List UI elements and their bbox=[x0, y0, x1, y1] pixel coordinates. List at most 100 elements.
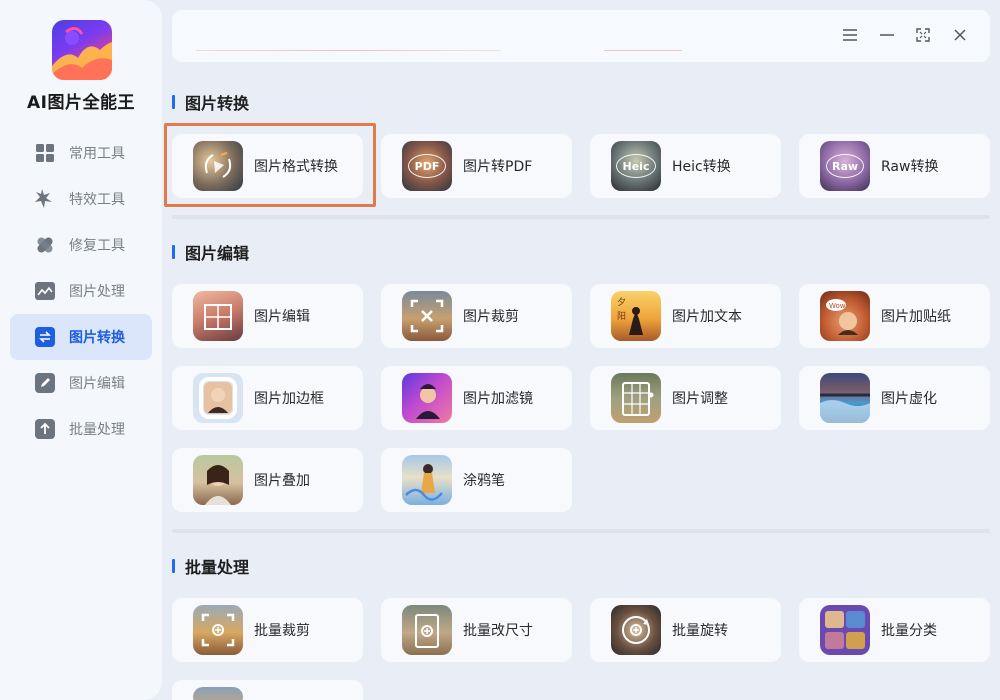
card-image-to-pdf[interactable]: PDF 图片转PDF bbox=[381, 134, 572, 198]
card-label: 批量分类 bbox=[881, 623, 937, 639]
card-image-add-filter[interactable]: 图片加滤镜 bbox=[381, 366, 572, 430]
card-batch-crop[interactable]: 批量裁剪 bbox=[172, 598, 363, 662]
raw-badge: Raw bbox=[826, 154, 864, 178]
adjust-icon bbox=[611, 373, 661, 423]
section-divider bbox=[172, 215, 990, 219]
card-label: 图片虚化 bbox=[881, 391, 937, 407]
sidebar-item-label: 批量处理 bbox=[69, 422, 125, 438]
section-title-batch: 批量处理 bbox=[172, 556, 249, 577]
section-title-text: 图片编辑 bbox=[185, 244, 250, 263]
decorative-line bbox=[604, 50, 682, 51]
card-heic-convert[interactable]: Heic Heic转换 bbox=[590, 134, 781, 198]
sidebar-item-common-tools[interactable]: 常用工具 bbox=[10, 130, 152, 176]
filter-icon bbox=[402, 373, 452, 423]
minimize-icon bbox=[879, 27, 895, 46]
edit-icon bbox=[34, 372, 56, 394]
main-content: 图片转换 图片格式转换 PDF 图片转PDF Heic Heic转换 Raw R… bbox=[164, 70, 990, 700]
decorative-line bbox=[196, 50, 501, 51]
format-convert-icon bbox=[193, 141, 243, 191]
card-label: 图片调整 bbox=[672, 391, 728, 407]
card-image-add-text[interactable]: 夕阳 图片加文本 bbox=[590, 284, 781, 348]
star-burst-icon bbox=[34, 188, 56, 210]
convert-icon bbox=[34, 326, 56, 348]
menu-button[interactable] bbox=[837, 23, 863, 49]
card-label: 图片裁剪 bbox=[463, 309, 519, 325]
doodle-pen-icon bbox=[402, 455, 452, 505]
card-label: 图片加贴纸 bbox=[881, 309, 951, 325]
sidebar-item-repair-tools[interactable]: 修复工具 bbox=[10, 222, 152, 268]
batch-crop-icon bbox=[193, 605, 243, 655]
overlay-icon bbox=[193, 455, 243, 505]
card-raw-convert[interactable]: Raw Raw转换 bbox=[799, 134, 990, 198]
card-label: 图片格式转换 bbox=[254, 159, 338, 175]
sidebar-item-label: 特效工具 bbox=[69, 192, 125, 208]
card-partial[interactable] bbox=[172, 680, 363, 700]
card-label: Heic转换 bbox=[672, 159, 731, 175]
card-image-adjust[interactable]: 图片调整 bbox=[590, 366, 781, 430]
sidebar-item-image-processing[interactable]: 图片处理 bbox=[10, 268, 152, 314]
svg-text:夕: 夕 bbox=[617, 296, 626, 308]
card-label: 图片加边框 bbox=[254, 391, 324, 407]
section-marker bbox=[172, 95, 175, 109]
card-image-add-frame[interactable]: 图片加边框 bbox=[172, 366, 363, 430]
sidebar-item-label: 图片编辑 bbox=[69, 376, 125, 392]
app-title: AI图片全能王 bbox=[27, 93, 135, 113]
frame-icon bbox=[193, 373, 243, 423]
upload-icon bbox=[34, 418, 56, 440]
close-icon bbox=[953, 27, 967, 46]
sidebar-item-image-convert[interactable]: 图片转换 bbox=[10, 314, 152, 360]
card-label: 批量旋转 bbox=[672, 623, 728, 639]
title-bar bbox=[172, 10, 990, 62]
card-image-edit[interactable]: 图片编辑 bbox=[172, 284, 363, 348]
sidebar-item-image-edit[interactable]: 图片编辑 bbox=[10, 360, 152, 406]
image-icon bbox=[34, 280, 56, 302]
card-label: 图片叠加 bbox=[254, 473, 310, 489]
pdf-badge: PDF bbox=[408, 154, 446, 178]
card-batch-classify[interactable]: 批量分类 bbox=[799, 598, 990, 662]
close-button[interactable] bbox=[947, 23, 973, 49]
card-label: 图片加文本 bbox=[672, 309, 742, 325]
sidebar: AI图片全能王 常用工具 特效工具 修复工具 图片处理 图片转换 图片编辑 批量… bbox=[0, 0, 162, 700]
image-edit-icon bbox=[193, 291, 243, 341]
heic-icon: Heic bbox=[611, 141, 661, 191]
card-label: 批量裁剪 bbox=[254, 623, 310, 639]
card-label: 图片加滤镜 bbox=[463, 391, 533, 407]
section-title-edit: 图片编辑 bbox=[172, 242, 250, 263]
card-doodle-pen[interactable]: 涂鸦笔 bbox=[381, 448, 572, 512]
add-text-icon: 夕阳 bbox=[611, 291, 661, 341]
card-batch-resize[interactable]: 批量改尺寸 bbox=[381, 598, 572, 662]
card-image-format-convert[interactable]: 图片格式转换 bbox=[172, 134, 363, 198]
sidebar-item-label: 修复工具 bbox=[69, 238, 125, 254]
section-marker bbox=[172, 245, 175, 259]
batch-rotate-icon bbox=[611, 605, 661, 655]
minimize-button[interactable] bbox=[874, 23, 900, 49]
menu-icon bbox=[842, 27, 858, 46]
sidebar-item-label: 常用工具 bbox=[69, 146, 125, 162]
card-label: 图片转PDF bbox=[463, 159, 533, 175]
pdf-icon: PDF bbox=[402, 141, 452, 191]
section-title-text: 图片转换 bbox=[185, 94, 250, 113]
fullscreen-button[interactable] bbox=[910, 23, 936, 49]
heic-badge: Heic bbox=[616, 154, 656, 178]
card-image-blur[interactable]: 图片虚化 bbox=[799, 366, 990, 430]
sidebar-nav: 常用工具 特效工具 修复工具 图片处理 图片转换 图片编辑 批量处理 bbox=[10, 130, 152, 452]
crop-icon bbox=[402, 291, 452, 341]
card-batch-rotate[interactable]: 批量旋转 bbox=[590, 598, 781, 662]
sidebar-item-batch[interactable]: 批量处理 bbox=[10, 406, 152, 452]
section-title-convert: 图片转换 bbox=[172, 92, 250, 113]
card-image-overlay[interactable]: 图片叠加 bbox=[172, 448, 363, 512]
sidebar-item-label: 图片处理 bbox=[69, 284, 125, 300]
fullscreen-icon bbox=[916, 27, 930, 46]
grid-icon bbox=[34, 142, 56, 164]
card-image-crop[interactable]: 图片裁剪 bbox=[381, 284, 572, 348]
app-logo bbox=[52, 20, 112, 80]
batch-resize-icon bbox=[402, 605, 452, 655]
batch-partial-icon bbox=[193, 687, 243, 700]
raw-icon: Raw bbox=[820, 141, 870, 191]
blur-icon bbox=[820, 373, 870, 423]
sidebar-item-effect-tools[interactable]: 特效工具 bbox=[10, 176, 152, 222]
card-image-add-sticker[interactable]: Wow 图片加贴纸 bbox=[799, 284, 990, 348]
section-marker bbox=[172, 559, 175, 573]
card-label: 涂鸦笔 bbox=[463, 473, 505, 489]
sidebar-item-label: 图片转换 bbox=[69, 330, 125, 346]
